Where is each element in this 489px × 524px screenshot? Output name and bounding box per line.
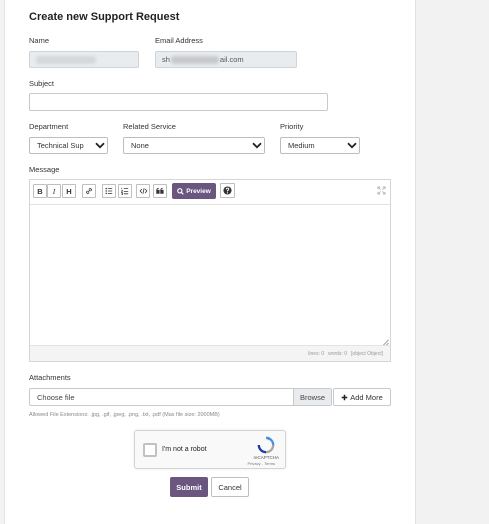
link-icon (86, 188, 92, 194)
add-more-label: Add More (350, 392, 383, 402)
markdown-editor: B I H Preview lines: 0 words: 0 [object … (29, 179, 391, 362)
recaptcha-widget: I'm not a robot reCAPTCHA Privacy - Term… (134, 430, 286, 469)
add-more-button[interactable]: Add More (333, 388, 391, 406)
italic-button[interactable]: I (47, 184, 61, 198)
fullscreen-button[interactable] (377, 186, 386, 195)
expand-icon (377, 186, 386, 195)
recaptcha-checkbox[interactable] (143, 443, 157, 457)
recaptcha-brand: reCAPTCHA (253, 455, 279, 460)
editor-statusbar: lines: 0 words: 0 [object Object] (30, 345, 390, 361)
link-button[interactable] (82, 184, 96, 198)
question-circle-icon (223, 186, 232, 195)
cursor-info: [object Object] (351, 350, 383, 357)
bold-button[interactable]: B (33, 184, 47, 198)
left-gutter (0, 0, 5, 524)
priority-value: Medium (288, 141, 315, 150)
allowed-extensions-hint: Allowed File Extensions: .jpg, .gif, .jp… (29, 412, 220, 418)
chevron-down-icon (345, 138, 359, 153)
email-redacted (170, 55, 219, 64)
recaptcha-links[interactable]: Privacy - Terms (248, 461, 275, 466)
priority-select[interactable]: Medium (280, 137, 360, 154)
department-label: Department (29, 122, 69, 131)
recaptcha-label: I'm not a robot (162, 446, 207, 453)
code-button[interactable] (136, 184, 150, 198)
related-service-select[interactable]: None (123, 137, 265, 154)
submit-button[interactable]: Submit (170, 477, 208, 497)
right-side-panel (415, 0, 489, 524)
words-count: words: 0 (328, 350, 348, 357)
lines-count: lines: 0 (308, 350, 325, 357)
attachments-label: Attachments (29, 373, 71, 382)
email-prefix: sh (162, 55, 170, 64)
priority-label: Priority (280, 122, 304, 131)
help-button[interactable] (220, 183, 235, 198)
unordered-list-icon (105, 187, 113, 195)
chevron-down-icon (250, 138, 264, 153)
email-label: Email Address (155, 36, 203, 45)
related-service-label: Related Service (123, 122, 176, 131)
bullet-list-button[interactable] (102, 184, 116, 198)
quote-icon (156, 187, 164, 194)
subject-label: Subject (29, 79, 55, 88)
email-field[interactable]: sh ail.com (155, 51, 297, 68)
heading-button[interactable]: H (62, 184, 76, 198)
message-label: Message (29, 165, 60, 174)
name-redacted (36, 55, 96, 64)
preview-label: Preview (186, 187, 211, 195)
department-value: Technical Sup (37, 141, 84, 150)
cancel-button[interactable]: Cancel (211, 477, 249, 497)
page-title: Create new Support Request (29, 11, 180, 23)
ordered-list-icon (121, 187, 129, 195)
chevron-down-icon (93, 138, 107, 153)
preview-button[interactable]: Preview (172, 183, 216, 199)
numbered-list-button[interactable] (118, 184, 132, 198)
name-label: Name (29, 36, 50, 45)
file-input[interactable]: Choose file Browse (29, 388, 332, 406)
email-suffix: ail.com (219, 55, 244, 64)
related-service-value: None (131, 141, 149, 150)
recaptcha-logo-icon (257, 436, 275, 454)
code-icon (139, 188, 147, 194)
plus-icon (341, 394, 348, 400)
browse-button[interactable]: Browse (293, 389, 331, 405)
quote-button[interactable] (153, 184, 167, 198)
editor-toolbar: B I H Preview (30, 180, 390, 205)
department-select[interactable]: Technical Sup (29, 137, 108, 154)
name-field[interactable] (29, 51, 139, 68)
search-icon (177, 187, 184, 195)
file-input-text: Choose file (37, 392, 75, 402)
message-textarea[interactable] (30, 205, 390, 347)
subject-input[interactable] (29, 93, 328, 111)
